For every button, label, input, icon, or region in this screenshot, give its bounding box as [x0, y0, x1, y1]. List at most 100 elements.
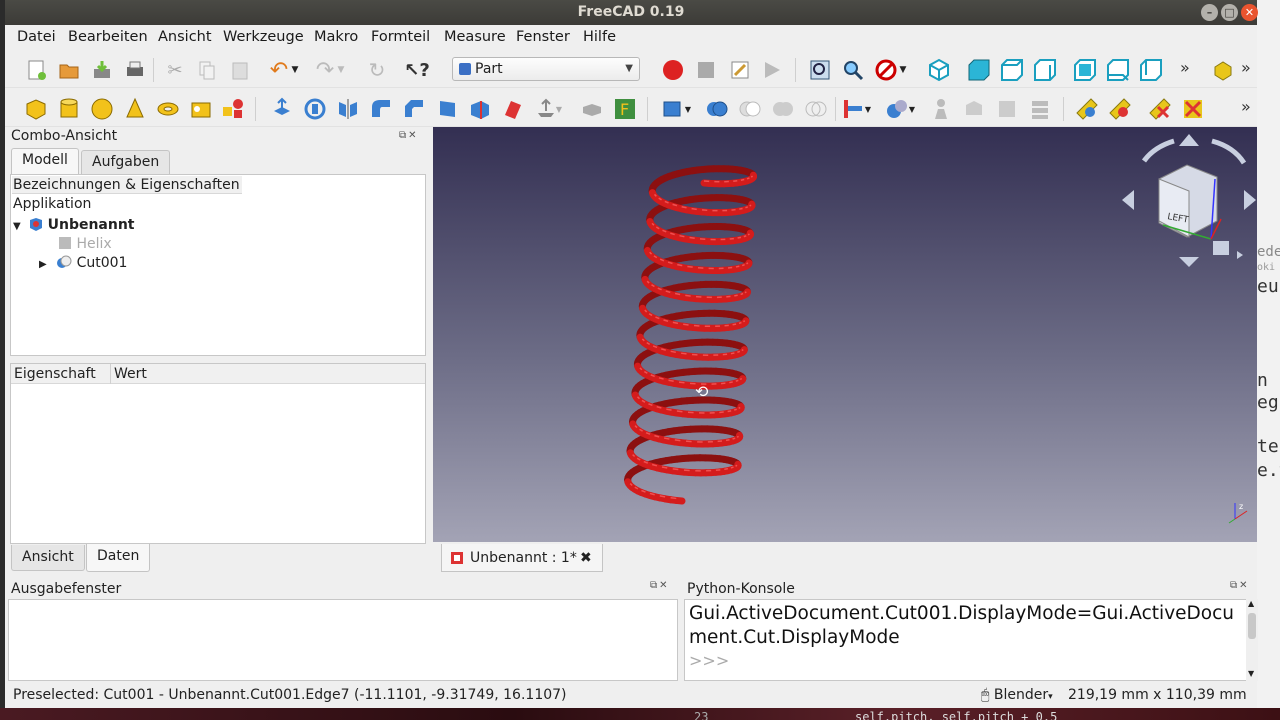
tree-item-helix[interactable]: Helix	[58, 234, 112, 252]
menu-bearbeiten[interactable]: Bearbeiten	[68, 29, 148, 45]
column-divider[interactable]	[110, 364, 111, 384]
measure-linear-icon[interactable]	[1075, 97, 1099, 121]
part-ruled-surface-icon[interactable]	[468, 97, 492, 121]
paste-icon[interactable]	[228, 58, 252, 82]
tree-item-document[interactable]: ▼ Unbenannt	[13, 215, 135, 233]
navigation-cube[interactable]: LEFT	[1117, 127, 1257, 267]
toolbar-overflow-icon[interactable]: »	[1241, 97, 1251, 116]
print-icon[interactable]	[123, 58, 147, 82]
maximize-button[interactable]: □	[1221, 4, 1238, 21]
workbench-selector[interactable]: Part ▼	[452, 57, 640, 81]
menu-datei[interactable]: Datei	[17, 29, 56, 45]
stop-macro-icon[interactable]	[694, 58, 718, 82]
part-make-face-icon[interactable]	[435, 97, 459, 121]
right-view-icon[interactable]	[1033, 58, 1057, 82]
rear-view-icon[interactable]	[1073, 58, 1097, 82]
fit-all-icon[interactable]	[808, 58, 832, 82]
part-fuse-icon[interactable]	[771, 97, 795, 121]
part-projection-icon[interactable]	[995, 97, 1019, 121]
part-offset-icon[interactable]: F	[613, 97, 637, 121]
dock-float-close-icon[interactable]: ⧉✕	[650, 580, 670, 591]
scroll-down-icon[interactable]: ▼	[1248, 669, 1254, 678]
part-cut-icon[interactable]	[738, 97, 762, 121]
part-torus-icon[interactable]	[156, 97, 180, 121]
measure-angular-icon[interactable]	[1108, 97, 1132, 121]
expand-arrow-icon[interactable]: ▼	[13, 221, 21, 232]
menu-fenster[interactable]: Fenster	[516, 29, 570, 45]
tab-aufgaben[interactable]: Aufgaben	[81, 150, 171, 174]
redo-dropdown-icon[interactable]: ▼	[335, 58, 347, 82]
tab-ansicht[interactable]: Ansicht	[11, 545, 85, 571]
save-icon[interactable]	[90, 58, 114, 82]
draw-style-dropdown-icon[interactable]: ▼	[897, 58, 909, 82]
tree-item-cut001[interactable]: ▶ Cut001	[39, 253, 127, 271]
part-defeaturing-icon[interactable]	[962, 97, 986, 121]
left-view-icon[interactable]	[1139, 58, 1163, 82]
cut-icon[interactable]: ✂	[163, 58, 187, 82]
copy-icon[interactable]	[195, 58, 219, 82]
dock-float-close-icon[interactable]: ⧉✕	[399, 130, 419, 141]
front-view-icon[interactable]	[967, 58, 991, 82]
menu-measure[interactable]: Measure	[444, 29, 506, 45]
part-extrude-icon[interactable]	[270, 97, 294, 121]
toolbar-overflow-icon[interactable]: »	[1180, 58, 1190, 77]
measure-clear-icon[interactable]	[1181, 97, 1205, 121]
python-console-scrollbar[interactable]: ▲ ▼	[1246, 599, 1258, 681]
python-console-input[interactable]: Gui.ActiveDocument.Cut001.DisplayMode=Gu…	[684, 599, 1249, 681]
part-sphere-icon[interactable]	[90, 97, 114, 121]
part-cone-icon[interactable]	[123, 97, 147, 121]
toolbar-overflow-icon[interactable]: »	[1241, 58, 1251, 77]
menu-hilfe[interactable]: Hilfe	[583, 29, 616, 45]
menu-formteil[interactable]: Formteil	[371, 29, 430, 45]
tab-modell[interactable]: Modell	[11, 148, 79, 174]
part-cylinder-icon[interactable]	[57, 97, 81, 121]
part-fillet-icon[interactable]	[369, 97, 393, 121]
isometric-view-icon[interactable]	[927, 58, 951, 82]
bottom-view-icon[interactable]	[1106, 58, 1130, 82]
python-macro-icon[interactable]	[1211, 58, 1235, 82]
dock-float-close-icon[interactable]: ⧉✕	[1230, 580, 1250, 591]
top-view-icon[interactable]	[1000, 58, 1024, 82]
menu-ansicht[interactable]: Ansicht	[158, 29, 212, 45]
undo-dropdown-icon[interactable]: ▼	[289, 58, 301, 82]
menu-werkzeuge[interactable]: Werkzeuge	[223, 29, 304, 45]
3d-viewport[interactable]: ⟲ LEFT z	[433, 127, 1257, 542]
part-attachment-icon[interactable]	[1028, 97, 1052, 121]
part-common-icon[interactable]	[804, 97, 828, 121]
close-tab-icon[interactable]: ✖	[580, 544, 592, 572]
record-macro-icon[interactable]	[661, 58, 685, 82]
part-boolean-icon[interactable]	[705, 97, 729, 121]
open-folder-icon[interactable]	[57, 58, 81, 82]
sweep-dropdown-icon[interactable]: ▼	[553, 97, 565, 121]
redo-icon[interactable]: ↷	[313, 58, 337, 83]
run-macro-icon[interactable]	[760, 58, 784, 82]
join-dropdown-icon[interactable]: ▼	[862, 97, 874, 121]
edit-macro-icon[interactable]	[728, 58, 752, 82]
scrollbar-thumb[interactable]	[1248, 613, 1256, 639]
tab-daten[interactable]: Daten	[86, 544, 151, 572]
output-text-area[interactable]	[8, 599, 678, 681]
document-tab[interactable]: Unbenannt : 1* ✖	[441, 544, 603, 572]
menu-makro[interactable]: Makro	[314, 29, 358, 45]
compound-dropdown-icon[interactable]: ▼	[682, 97, 694, 121]
draw-style-icon[interactable]	[874, 58, 898, 82]
part-chamfer-icon[interactable]	[402, 97, 426, 121]
part-section-icon[interactable]	[580, 97, 604, 121]
fit-selection-icon[interactable]	[841, 58, 865, 82]
new-document-icon[interactable]	[24, 58, 48, 82]
whats-this-icon[interactable]: ↖?	[404, 58, 430, 82]
measure-refresh-icon[interactable]	[1148, 97, 1172, 121]
part-primitives-icon[interactable]	[221, 97, 245, 121]
minimize-button[interactable]: –	[1201, 4, 1218, 21]
part-check-geometry-icon[interactable]	[929, 97, 953, 121]
refresh-icon[interactable]: ↻	[365, 58, 389, 82]
expand-arrow-icon[interactable]: ▶	[39, 259, 47, 270]
part-loft-icon[interactable]	[501, 97, 525, 121]
undo-icon[interactable]: ↶	[267, 58, 291, 83]
split-dropdown-icon[interactable]: ▼	[906, 97, 918, 121]
part-box-icon[interactable]	[24, 97, 48, 121]
part-revolve-icon[interactable]	[303, 97, 327, 121]
scroll-up-icon[interactable]: ▲	[1248, 599, 1254, 608]
part-mirror-icon[interactable]	[336, 97, 360, 121]
part-tube-icon[interactable]	[189, 97, 213, 121]
